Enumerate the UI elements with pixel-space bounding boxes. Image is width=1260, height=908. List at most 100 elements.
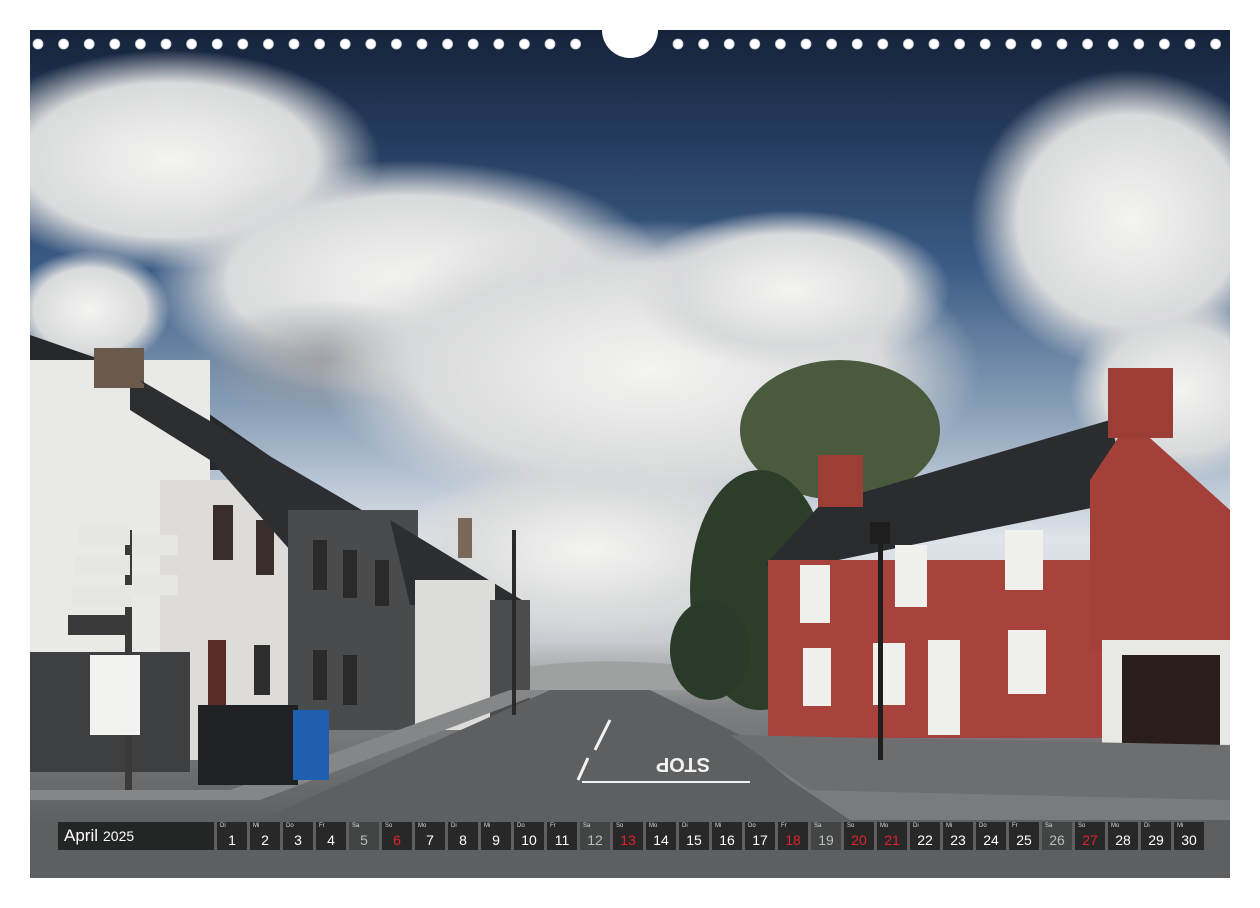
weekday-abbrev: Do xyxy=(286,823,294,829)
calendar-day: Mi 2 xyxy=(250,822,280,850)
binding-hole xyxy=(1031,38,1042,50)
binding-hole xyxy=(314,38,326,50)
day-number: 3 xyxy=(294,832,302,848)
month-label: April 2025 xyxy=(58,822,214,850)
day-number: 13 xyxy=(620,832,636,848)
weekday-abbrev: Sa xyxy=(352,823,360,829)
day-number: 14 xyxy=(653,832,669,848)
weekday-abbrev: Sa xyxy=(814,823,822,829)
weekday-abbrev: Di xyxy=(913,823,919,829)
day-number: 9 xyxy=(492,832,500,848)
binding-hole xyxy=(135,38,146,50)
distant-hill xyxy=(510,661,690,690)
binding-hole xyxy=(1133,38,1145,50)
calendar-day: Mi 30 xyxy=(1174,822,1204,850)
binding-hole xyxy=(1056,38,1068,50)
road-marking-text: STOP xyxy=(656,753,710,775)
binding-hole xyxy=(544,38,556,50)
weekday-abbrev: Di xyxy=(1144,823,1150,829)
calendar-day: Fr 25 xyxy=(1009,822,1039,850)
weekday-abbrev: Di xyxy=(451,823,457,829)
binding-hole xyxy=(826,38,837,50)
binding-hole xyxy=(288,38,300,50)
weekday-abbrev: Sa xyxy=(1045,823,1053,829)
village-street-scene: STOP xyxy=(30,50,1230,878)
weekday-abbrev: Mo xyxy=(1111,823,1120,829)
calendar-day: Do 17 xyxy=(745,822,775,850)
day-number: 4 xyxy=(327,832,335,848)
weekday-abbrev: Fr xyxy=(319,823,325,829)
binding-hole xyxy=(903,38,914,50)
weekday-abbrev: Fr xyxy=(550,823,556,829)
binding-hole xyxy=(1107,38,1119,50)
calendar-day: Mi 23 xyxy=(943,822,973,850)
calendar-day: So 13 xyxy=(613,822,643,850)
binding-hole xyxy=(186,38,198,50)
binding-hole xyxy=(467,38,479,50)
month-name: April xyxy=(64,826,99,845)
day-number: 22 xyxy=(917,832,933,848)
weekday-abbrev: Mi xyxy=(253,823,260,829)
calendar-day: Sa 12 xyxy=(580,822,610,850)
day-number: 18 xyxy=(785,832,801,848)
day-number: 27 xyxy=(1082,832,1098,848)
wheelie-bin-blue xyxy=(293,710,329,780)
binding-hole xyxy=(723,38,735,50)
day-number: 16 xyxy=(719,832,735,848)
weekday-abbrev: Fr xyxy=(1012,823,1018,829)
day-number: 25 xyxy=(1016,832,1032,848)
wheelie-bin-black xyxy=(198,705,298,785)
binding-hole xyxy=(237,38,249,50)
calendar-strip: April 2025 Di 1 Mi 2 Do 3 Fr 4 Sa 5 So 6 Mo 7 Di 8 Mi 9 Do… xyxy=(58,822,1230,850)
binding-hole xyxy=(1210,38,1221,50)
day-number: 24 xyxy=(983,832,999,848)
weekday-abbrev: Fr xyxy=(781,823,787,829)
day-number: 10 xyxy=(521,832,537,848)
binding-hole xyxy=(1184,38,1196,50)
calendar-day: Sa 26 xyxy=(1042,822,1072,850)
calendar-day: Mi 16 xyxy=(712,822,742,850)
calendar-day: So 20 xyxy=(844,822,874,850)
day-number: 2 xyxy=(261,832,269,848)
calendar-day: Mo 21 xyxy=(877,822,907,850)
day-number: 28 xyxy=(1115,832,1131,848)
binding-hole xyxy=(262,38,274,50)
calendar-day: Sa 5 xyxy=(349,822,379,850)
calendar-day: Fr 18 xyxy=(778,822,808,850)
street-lamp xyxy=(878,530,883,760)
binding-hole xyxy=(800,38,812,50)
binding-hole xyxy=(1082,38,1093,50)
weekday-abbrev: Mo xyxy=(418,823,427,829)
weekday-abbrev: Mo xyxy=(880,823,889,829)
day-number: 7 xyxy=(426,832,434,848)
binding-hole xyxy=(211,38,223,50)
binding-hole xyxy=(58,38,69,50)
calendar-day: Mo 7 xyxy=(415,822,445,850)
day-number: 15 xyxy=(686,832,702,848)
calendar-day: Sa 19 xyxy=(811,822,841,850)
days-row: Di 1 Mi 2 Do 3 Fr 4 Sa 5 So 6 Mo 7 Di 8 Mi 9 Do 10 Fr 11 Sa 12 S… xyxy=(217,822,1204,850)
calendar-day: So 27 xyxy=(1075,822,1105,850)
binding-hole xyxy=(109,38,121,50)
binding-hole xyxy=(1005,38,1017,50)
weekday-abbrev: So xyxy=(385,823,393,829)
weekday-abbrev: Do xyxy=(517,823,525,829)
weekday-abbrev: So xyxy=(847,823,855,829)
binding-hole xyxy=(518,38,530,50)
weekday-abbrev: So xyxy=(1078,823,1086,829)
binding-hole xyxy=(390,38,402,50)
year-label: 2025 xyxy=(103,828,135,844)
binding-hole xyxy=(749,38,761,50)
calendar-day: So 6 xyxy=(382,822,412,850)
calendar-day: Mo 28 xyxy=(1108,822,1138,850)
weekday-abbrev: Do xyxy=(748,823,756,829)
weekday-abbrev: Mo xyxy=(649,823,658,829)
binding-hole xyxy=(570,38,581,50)
binding-hole xyxy=(339,38,351,50)
weekday-abbrev: Mi xyxy=(484,823,491,829)
day-number: 30 xyxy=(1181,832,1197,848)
calendar-day: Di 22 xyxy=(910,822,940,850)
calendar-day: Fr 4 xyxy=(316,822,346,850)
binding-hole xyxy=(493,38,505,50)
binding-hole xyxy=(954,38,965,50)
